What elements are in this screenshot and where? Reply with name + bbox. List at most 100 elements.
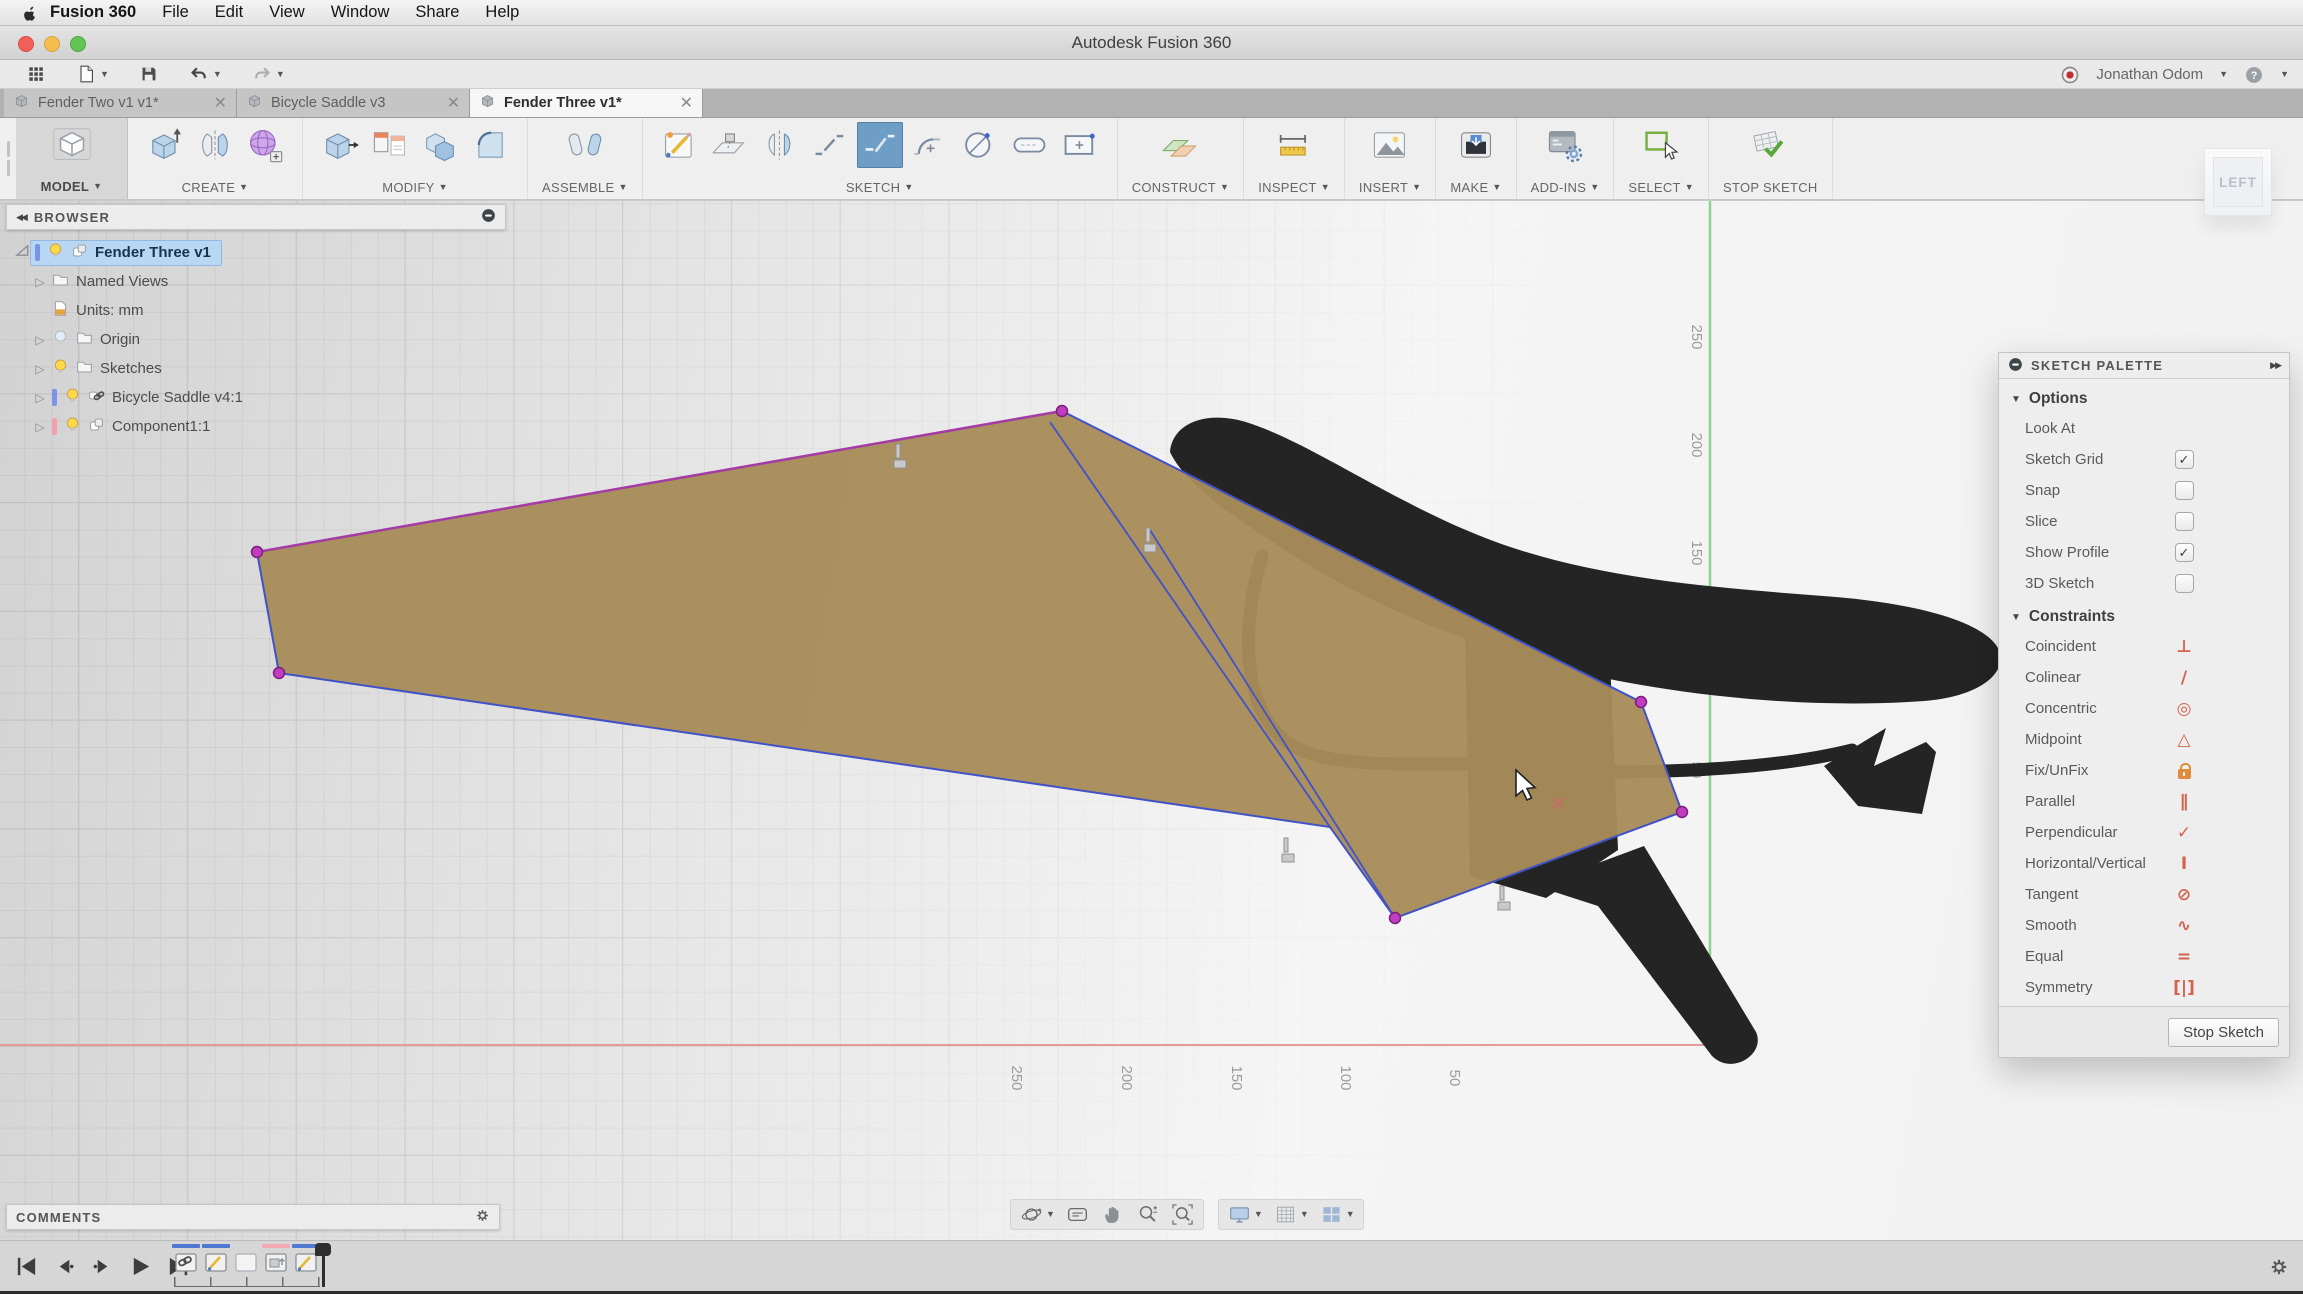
palette-row-parallel[interactable]: Parallel∥ bbox=[1999, 786, 2289, 817]
timeline-marker-icon[interactable] bbox=[322, 1245, 325, 1287]
disclosure-arrow-icon[interactable]: ▷ bbox=[32, 362, 48, 376]
ribbon-group-label[interactable]: CREATE▼ bbox=[182, 180, 249, 195]
tab-close-icon[interactable]: ✕ bbox=[680, 93, 693, 113]
chevron-down-icon[interactable]: ▼ bbox=[100, 70, 109, 79]
sketch-palette-header[interactable]: SKETCH PALETTE ▶▶ bbox=[1999, 353, 2289, 379]
sketch-grid-checkbox[interactable] bbox=[2175, 450, 2194, 469]
chevron-down-icon[interactable]: ▼ bbox=[213, 70, 222, 79]
timeline-feature-2[interactable] bbox=[202, 1244, 230, 1275]
palette-row-coincident[interactable]: Coincident⊥ bbox=[1999, 631, 2289, 662]
palette-row-horizontal-vertical[interactable]: Horizontal/VerticalI bbox=[1999, 848, 2289, 879]
tab-close-icon[interactable]: ✕ bbox=[214, 93, 227, 113]
palette-row-symmetry[interactable]: Symmetry[|] bbox=[1999, 972, 2289, 1003]
palette-section-options[interactable]: ▼Options bbox=[1999, 381, 2289, 413]
visibility-bulb-icon[interactable] bbox=[47, 242, 64, 263]
timeline-feature-4[interactable] bbox=[262, 1244, 290, 1275]
construction-plane-icon[interactable] bbox=[1157, 122, 1203, 168]
palette-row-show-profile[interactable]: Show Profile bbox=[1999, 537, 2289, 568]
redo-button[interactable]: ▼ bbox=[252, 64, 285, 84]
fix-unfix-icon[interactable] bbox=[2178, 769, 2191, 779]
palette-row-sketch-grid[interactable]: Sketch Grid bbox=[1999, 444, 2289, 475]
save-button[interactable] bbox=[139, 64, 159, 84]
symmetry-icon[interactable]: [|] bbox=[2173, 978, 2195, 998]
parallel-icon[interactable]: ∥ bbox=[2180, 792, 2189, 812]
visibility-bulb-icon[interactable] bbox=[64, 416, 81, 437]
colinear-icon[interactable]: ∕ bbox=[2181, 668, 2187, 688]
disclosure-arrow-icon[interactable]: ▷ bbox=[32, 333, 48, 347]
step-forward-button[interactable] bbox=[90, 1254, 115, 1279]
palette-row-equal[interactable]: Equal= bbox=[1999, 941, 2289, 972]
add-ins-icon[interactable] bbox=[1542, 122, 1588, 168]
line-icon[interactable] bbox=[807, 122, 853, 168]
document-tab-1[interactable]: Fender Two v1 v1*✕ bbox=[4, 89, 237, 117]
palette-row-slice[interactable]: Slice bbox=[1999, 506, 2289, 537]
chevrons-left-icon[interactable]: ◀◀ bbox=[16, 212, 26, 223]
ribbon-group-label[interactable]: ASSEMBLE▼ bbox=[542, 180, 628, 195]
ribbon-group-label[interactable]: CONSTRUCT▼ bbox=[1132, 180, 1230, 195]
toolbar-grip[interactable] bbox=[0, 118, 16, 199]
record-button[interactable] bbox=[2060, 65, 2080, 85]
apple-icon[interactable] bbox=[22, 5, 38, 21]
timeline-feature-1[interactable] bbox=[172, 1244, 200, 1275]
ribbon-group-label[interactable]: MAKE▼ bbox=[1450, 180, 1501, 195]
press-pull-icon[interactable] bbox=[317, 122, 363, 168]
palette-row-colinear[interactable]: Colinear∕ bbox=[1999, 662, 2289, 693]
select-icon[interactable] bbox=[1638, 122, 1684, 168]
disclosure-arrow-icon[interactable]: ▷ bbox=[32, 420, 48, 434]
equal-icon[interactable]: = bbox=[2177, 947, 2191, 967]
show-profile-checkbox[interactable] bbox=[2175, 543, 2194, 562]
chevrons-right-icon[interactable]: ▶▶ bbox=[2270, 360, 2280, 371]
browser-row-1[interactable]: Fender Three v1 bbox=[6, 238, 506, 267]
chevron-down-icon[interactable]: ▼ bbox=[1346, 1210, 1355, 1219]
browser-row-2[interactable]: ▷Named Views bbox=[6, 267, 506, 296]
palette-row-perpendicular[interactable]: Perpendicular✓ bbox=[1999, 817, 2289, 848]
revolve-icon[interactable] bbox=[192, 122, 238, 168]
ribbon-group-label[interactable]: SKETCH▼ bbox=[846, 180, 914, 195]
coincident-icon[interactable]: ⊥ bbox=[2176, 637, 2192, 657]
mirror-icon[interactable] bbox=[757, 122, 803, 168]
concentric-icon[interactable]: ◎ bbox=[2177, 699, 2192, 719]
combine-icon[interactable] bbox=[417, 122, 463, 168]
ribbon-group-label[interactable]: INSPECT▼ bbox=[1258, 180, 1330, 195]
help-button[interactable]: ? bbox=[2244, 65, 2264, 85]
arc-icon[interactable] bbox=[907, 122, 953, 168]
look-at-view-button[interactable] bbox=[1065, 1202, 1090, 1227]
ribbon-group-label[interactable]: INSERT▼ bbox=[1359, 180, 1421, 195]
view-cube-face-label[interactable]: LEFT bbox=[2213, 157, 2263, 207]
chevron-down-icon[interactable]: ▼ bbox=[2280, 70, 2289, 79]
ribbon-group-label[interactable]: MODIFY▼ bbox=[382, 180, 448, 195]
viewports-button[interactable]: ▼ bbox=[1319, 1202, 1355, 1227]
insert-image-icon[interactable] bbox=[1367, 122, 1413, 168]
workspace-selector[interactable]: MODEL▼ bbox=[16, 118, 128, 199]
disclosure-arrow-icon[interactable]: ▷ bbox=[32, 275, 48, 289]
palette-row-tangent[interactable]: Tangent⊘ bbox=[1999, 879, 2289, 910]
fillet-icon[interactable] bbox=[467, 122, 513, 168]
chevron-down-icon[interactable]: ▼ bbox=[2219, 70, 2228, 79]
3d-sketch-checkbox[interactable] bbox=[2175, 574, 2194, 593]
menu-app-name[interactable]: Fusion 360 bbox=[50, 3, 136, 22]
zoom-button[interactable] bbox=[1135, 1202, 1160, 1227]
parameters-icon[interactable] bbox=[367, 122, 413, 168]
view-cube[interactable]: LEFT bbox=[2204, 148, 2272, 216]
palette-row-fix-unfix[interactable]: Fix/UnFix bbox=[1999, 755, 2289, 786]
slot-icon[interactable] bbox=[1007, 122, 1053, 168]
chevron-down-icon[interactable]: ▼ bbox=[1254, 1210, 1263, 1219]
create-sketch-icon[interactable] bbox=[657, 122, 703, 168]
smooth-icon[interactable]: ∿ bbox=[2177, 916, 2191, 936]
menu-item-file[interactable]: File bbox=[162, 3, 189, 21]
comments-header[interactable]: COMMENTS bbox=[6, 1204, 500, 1230]
menu-item-edit[interactable]: Edit bbox=[215, 3, 243, 21]
palette-row-smooth[interactable]: Smooth∿ bbox=[1999, 910, 2289, 941]
visibility-bulb-icon[interactable] bbox=[52, 358, 69, 379]
display-settings-button[interactable]: ▼ bbox=[1227, 1202, 1263, 1227]
stop-sketch-icon[interactable] bbox=[1747, 122, 1793, 168]
browser-row-6[interactable]: ▷Bicycle Saddle v4:1 bbox=[6, 383, 506, 412]
circle-icon[interactable] bbox=[957, 122, 1003, 168]
undo-button[interactable]: ▼ bbox=[189, 64, 222, 84]
visibility-bulb-icon[interactable] bbox=[64, 387, 81, 408]
browser-row-4[interactable]: ▷Origin bbox=[6, 325, 506, 354]
spline-icon[interactable] bbox=[857, 122, 903, 168]
ribbon-group-label[interactable]: ADD-INS▼ bbox=[1531, 180, 1600, 195]
stop-sketch-button[interactable]: Stop Sketch bbox=[2168, 1018, 2279, 1047]
snap-checkbox[interactable] bbox=[2175, 481, 2194, 500]
